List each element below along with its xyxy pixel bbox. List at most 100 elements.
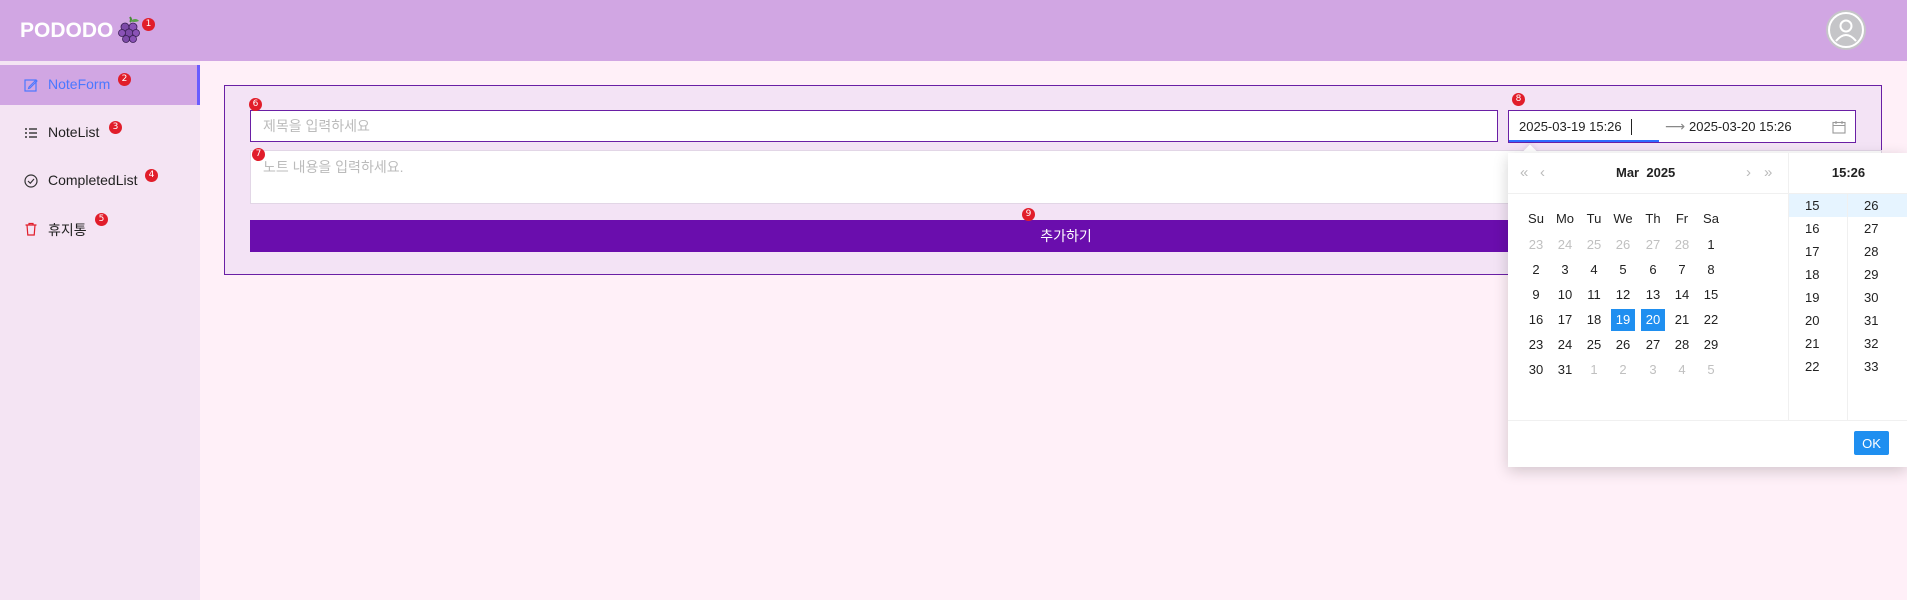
calendar-day[interactable]: 1 <box>1582 359 1606 381</box>
calendar-day[interactable]: 1 <box>1699 234 1723 256</box>
calendar-day[interactable]: 7 <box>1670 259 1694 281</box>
sidebar-item-label: NoteForm <box>48 76 111 92</box>
calendar-day[interactable]: 17 <box>1553 309 1577 331</box>
hour-option[interactable]: 17 <box>1789 240 1848 263</box>
calendar-day[interactable]: 14 <box>1670 284 1694 306</box>
calendar-day[interactable]: 25 <box>1582 334 1606 356</box>
badge-1: 1 <box>142 18 155 31</box>
hour-option[interactable]: 15 <box>1789 194 1848 217</box>
calendar-day[interactable]: 27 <box>1641 334 1665 356</box>
calendar-day[interactable]: 26 <box>1611 334 1635 356</box>
minute-option[interactable]: 31 <box>1848 309 1907 332</box>
sidebar-item-label: CompletedList <box>48 172 138 188</box>
weekday-label: Th <box>1645 211 1661 226</box>
calendar-day[interactable]: 11 <box>1582 284 1606 306</box>
calendar-day[interactable]: 24 <box>1553 334 1577 356</box>
minute-option[interactable]: 28 <box>1848 240 1907 263</box>
calendar-day[interactable]: 20 <box>1641 309 1665 331</box>
weekday-label: Fr <box>1675 211 1689 226</box>
calendar-day[interactable]: 22 <box>1699 309 1723 331</box>
weekday-label: Mo <box>1555 211 1575 226</box>
calendar-day[interactable]: 25 <box>1582 234 1606 256</box>
calendar-day[interactable]: 2 <box>1611 359 1635 381</box>
sidebar: NoteForm 2 NoteList 3 CompletedList 4 휴지… <box>0 61 200 600</box>
calendar-day[interactable]: 28 <box>1670 234 1694 256</box>
brand-name: PODODO <box>20 19 114 42</box>
hour-option[interactable]: 19 <box>1789 286 1848 309</box>
calendar-day[interactable]: 12 <box>1611 284 1635 306</box>
active-input-bar <box>1509 140 1659 142</box>
minute-option[interactable]: 30 <box>1848 286 1907 309</box>
hour-option[interactable]: 21 <box>1789 332 1848 355</box>
next-month-icon[interactable]: › <box>1746 164 1751 181</box>
hour-option[interactable]: 22 <box>1789 355 1848 378</box>
sidebar-item-label: 휴지통 <box>48 222 87 238</box>
minute-option[interactable]: 32 <box>1848 332 1907 355</box>
badge-9: 9 <box>1022 208 1035 221</box>
calendar-day[interactable]: 18 <box>1582 309 1606 331</box>
calendar-day[interactable]: 6 <box>1641 259 1665 281</box>
calendar-day[interactable]: 29 <box>1699 334 1723 356</box>
calendar-day[interactable]: 16 <box>1524 309 1548 331</box>
month-select[interactable]: Mar <box>1616 165 1639 180</box>
calendar-day[interactable]: 10 <box>1553 284 1577 306</box>
weekday-label: We <box>1613 211 1633 226</box>
app-header: PODODO 1 <box>0 0 1907 61</box>
sidebar-item-trash[interactable]: 휴지통 5 <box>0 209 200 249</box>
date-range-picker[interactable]: 2025-03-19 15:26 ⟶ 2025-03-20 15:26 <box>1508 110 1856 143</box>
weekday-label: Su <box>1528 211 1544 226</box>
weekday-label: Tu <box>1586 211 1602 226</box>
calendar-day[interactable]: 30 <box>1524 359 1548 381</box>
sidebar-item-notelist[interactable]: NoteList 3 <box>0 113 200 153</box>
calendar-day[interactable]: 3 <box>1641 359 1665 381</box>
calendar-day[interactable]: 21 <box>1670 309 1694 331</box>
calendar-day[interactable]: 27 <box>1641 234 1665 256</box>
minute-option[interactable]: 27 <box>1848 217 1907 240</box>
title-input[interactable] <box>250 110 1498 142</box>
ok-button[interactable]: OK <box>1854 431 1889 455</box>
calendar-day[interactable]: 8 <box>1699 259 1723 281</box>
calendar-day[interactable]: 2 <box>1524 259 1548 281</box>
badge-3: 3 <box>109 121 122 134</box>
range-end-input[interactable]: 2025-03-20 15:26 <box>1689 119 1792 134</box>
minute-option[interactable]: 33 <box>1848 355 1907 378</box>
calendar-day[interactable]: 24 <box>1553 234 1577 256</box>
calendar-day[interactable]: 4 <box>1582 259 1606 281</box>
sidebar-item-completedlist[interactable]: CompletedList 4 <box>0 161 200 201</box>
calendar-day[interactable]: 4 <box>1670 359 1694 381</box>
prev-month-icon[interactable]: ‹ <box>1540 164 1545 181</box>
calendar-day[interactable]: 28 <box>1670 334 1694 356</box>
next-year-icon[interactable]: » <box>1764 164 1772 181</box>
badge-7: 7 <box>252 148 265 161</box>
hour-column: 15 16 17 18 19 20 21 22 <box>1788 194 1848 420</box>
calendar-day[interactable]: 5 <box>1699 359 1723 381</box>
range-separator-icon: ⟶ <box>1665 118 1686 134</box>
calendar-day[interactable]: 13 <box>1641 284 1665 306</box>
calendar-day[interactable]: 23 <box>1524 334 1548 356</box>
minute-option[interactable]: 26 <box>1848 194 1907 217</box>
range-start-input[interactable]: 2025-03-19 15:26 <box>1519 119 1622 134</box>
calendar-day[interactable]: 23 <box>1524 234 1548 256</box>
list-icon <box>25 128 37 138</box>
badge-8: 8 <box>1512 93 1525 106</box>
hour-option[interactable]: 20 <box>1789 309 1848 332</box>
calendar-day[interactable]: 19 <box>1611 309 1635 331</box>
weekday-label: Sa <box>1703 211 1719 226</box>
minute-option[interactable]: 29 <box>1848 263 1907 286</box>
calendar-day[interactable]: 15 <box>1699 284 1723 306</box>
hour-option[interactable]: 16 <box>1789 217 1848 240</box>
sidebar-item-label: NoteList <box>48 124 100 140</box>
trash-icon <box>25 222 37 236</box>
calendar-day[interactable]: 5 <box>1611 259 1635 281</box>
calendar-day[interactable]: 26 <box>1611 234 1635 256</box>
badge-4: 4 <box>145 169 158 182</box>
calendar-day[interactable]: 3 <box>1553 259 1577 281</box>
calendar-day[interactable]: 31 <box>1553 359 1577 381</box>
calendar-day[interactable]: 9 <box>1524 284 1548 306</box>
calendar-icon[interactable] <box>1832 120 1846 134</box>
avatar[interactable] <box>1826 10 1866 50</box>
prev-year-icon[interactable]: « <box>1520 164 1528 181</box>
hour-option[interactable]: 18 <box>1789 263 1848 286</box>
sidebar-item-noteform[interactable]: NoteForm 2 <box>0 65 200 105</box>
year-select[interactable]: 2025 <box>1646 165 1675 180</box>
